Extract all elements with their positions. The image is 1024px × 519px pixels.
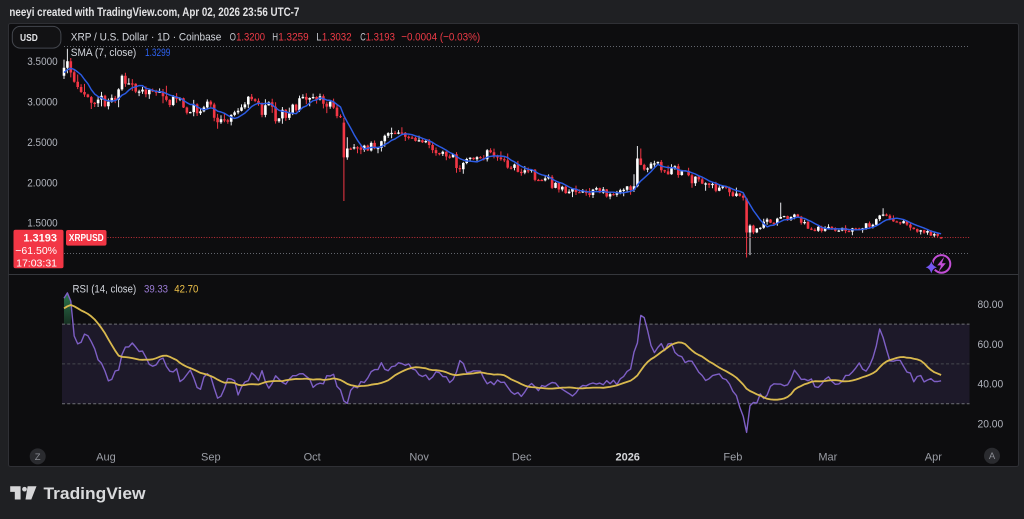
svg-text:39.33: 39.33 bbox=[144, 284, 168, 296]
svg-text:Dec: Dec bbox=[512, 451, 532, 463]
svg-text:−61.50%: −61.50% bbox=[15, 245, 57, 257]
svg-text:3.0000: 3.0000 bbox=[27, 97, 57, 109]
svg-text:80.00: 80.00 bbox=[978, 299, 1004, 311]
svg-text:40.00: 40.00 bbox=[978, 379, 1004, 391]
svg-text:neeyi created with TradingView: neeyi created with TradingView.com, Apr … bbox=[9, 5, 299, 19]
svg-text:42.70: 42.70 bbox=[174, 284, 198, 296]
svg-text:1.3193: 1.3193 bbox=[366, 31, 395, 43]
svg-text:RSI (14, close): RSI (14, close) bbox=[73, 284, 137, 296]
svg-text:Aug: Aug bbox=[96, 451, 116, 463]
svg-text:1.3259: 1.3259 bbox=[278, 31, 308, 43]
svg-text:L: L bbox=[316, 31, 321, 43]
svg-text:17:03:31: 17:03:31 bbox=[16, 258, 57, 270]
svg-text:Sep: Sep bbox=[201, 451, 221, 463]
svg-text:USD: USD bbox=[20, 32, 38, 44]
svg-text:O: O bbox=[230, 31, 236, 43]
svg-text:1.3193: 1.3193 bbox=[23, 233, 57, 245]
svg-text:TradingView: TradingView bbox=[44, 484, 147, 503]
svg-text:Feb: Feb bbox=[723, 451, 742, 463]
svg-text:2.0000: 2.0000 bbox=[27, 177, 57, 189]
svg-text:Mar: Mar bbox=[818, 451, 837, 463]
svg-text:1.5000: 1.5000 bbox=[27, 218, 57, 230]
svg-text:Z: Z bbox=[35, 452, 41, 463]
svg-text:60.00: 60.00 bbox=[978, 339, 1004, 351]
svg-text:XRPUSD: XRPUSD bbox=[69, 233, 104, 244]
svg-text:A: A bbox=[989, 451, 996, 462]
svg-text:−0.0004 (−0.03%): −0.0004 (−0.03%) bbox=[401, 31, 480, 43]
svg-text:H: H bbox=[272, 31, 278, 43]
svg-text:SMA (7, close): SMA (7, close) bbox=[71, 47, 137, 59]
svg-text:XRP / U.S. Dollar · 1D · Coinb: XRP / U.S. Dollar · 1D · Coinbase bbox=[71, 31, 222, 43]
svg-text:1.3299: 1.3299 bbox=[145, 47, 170, 59]
svg-text:1.3032: 1.3032 bbox=[322, 31, 352, 43]
svg-text:3.5000: 3.5000 bbox=[27, 56, 57, 68]
svg-text:2.5000: 2.5000 bbox=[27, 137, 57, 149]
svg-text:Apr: Apr bbox=[925, 451, 942, 463]
svg-text:Oct: Oct bbox=[304, 451, 321, 463]
svg-text:20.00: 20.00 bbox=[978, 419, 1004, 431]
svg-text:1.3200: 1.3200 bbox=[236, 31, 265, 43]
svg-text:2026: 2026 bbox=[615, 451, 639, 463]
svg-text:Nov: Nov bbox=[409, 451, 429, 463]
